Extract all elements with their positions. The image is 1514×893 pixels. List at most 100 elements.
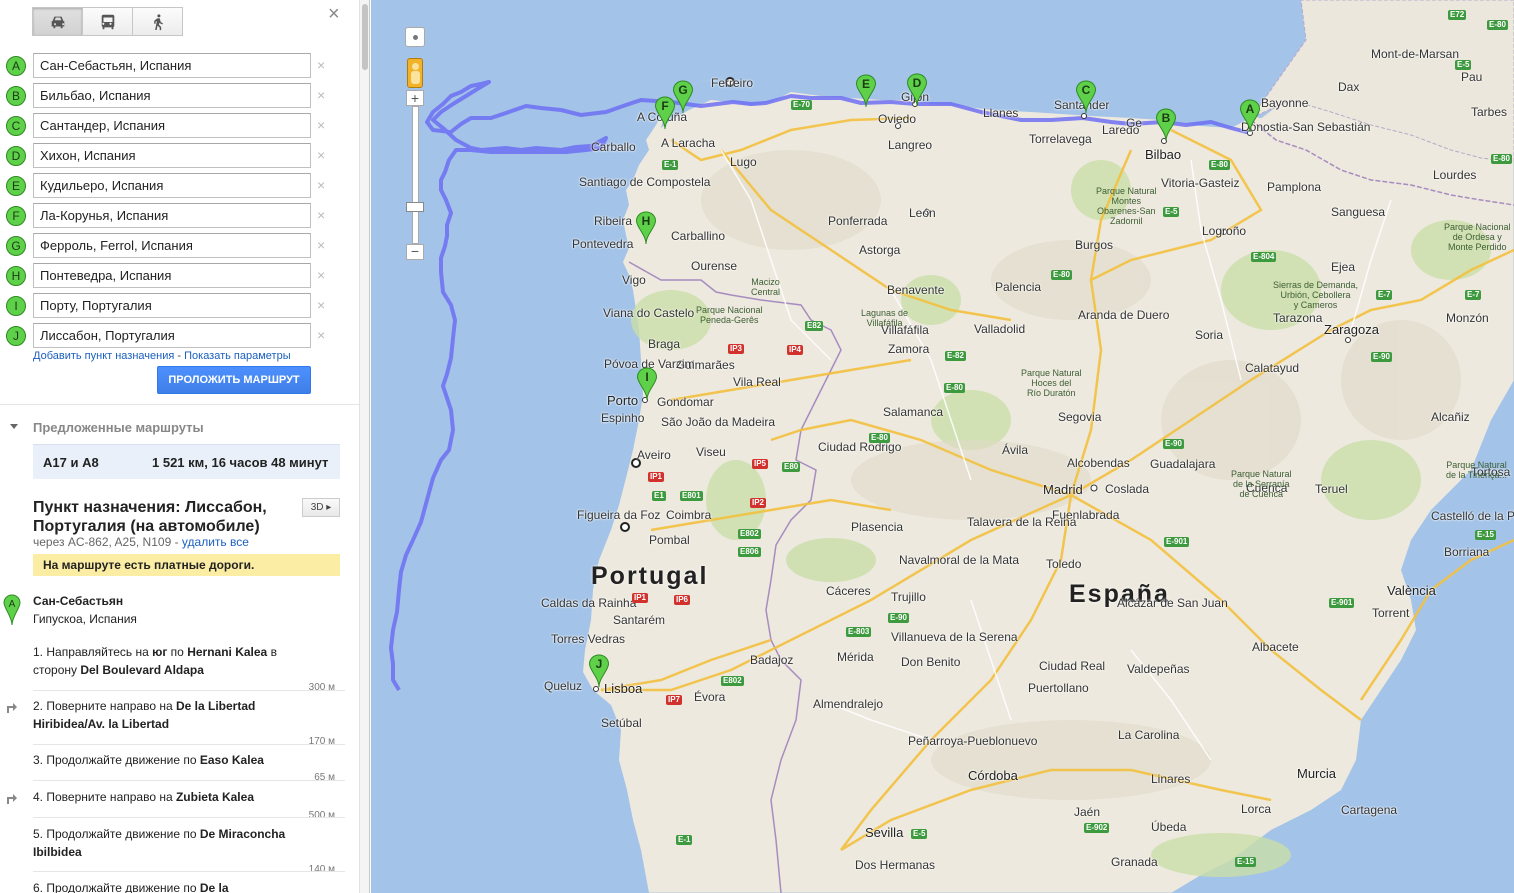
collapse-arrow-icon[interactable]	[10, 424, 18, 429]
direction-step[interactable]: 4. Поверните направо на Zubieta Kalea	[33, 788, 303, 806]
waypoint-marker-icon[interactable]: A	[6, 56, 26, 76]
add-destination-link[interactable]: Добавить пункт назначения	[33, 350, 174, 362]
city-label: Albacete	[1252, 640, 1299, 654]
waypoint-input[interactable]	[33, 173, 311, 198]
waypoint-input[interactable]	[33, 113, 311, 138]
route-pin-c[interactable]: C	[1075, 80, 1097, 114]
get-directions-button[interactable]: ПРОЛОЖИТЬ МАРШРУТ	[157, 366, 311, 394]
step-bold: Hernani Kalea	[187, 645, 268, 659]
remove-waypoint-icon[interactable]: ×	[317, 237, 325, 253]
waypoint-marker-icon[interactable]: H	[6, 266, 26, 286]
road-shield-label: E-5	[1455, 60, 1472, 70]
waypoint-marker-icon[interactable]: G	[6, 236, 26, 256]
step-text: Поверните направо на	[43, 790, 176, 804]
remove-waypoint-icon[interactable]: ×	[317, 177, 325, 193]
waypoint-input[interactable]	[33, 143, 311, 168]
city-label: Burgos	[1075, 238, 1114, 252]
zoom-out-button[interactable]: −	[406, 244, 424, 260]
city-label: Dax	[1338, 80, 1360, 94]
city-label: Granada	[1111, 855, 1158, 869]
scroll-thumb[interactable]	[362, 4, 368, 70]
road-shield-label: E-902	[1084, 823, 1110, 833]
walk-mode-button[interactable]	[132, 7, 183, 36]
road-shield-label: IP6	[674, 595, 691, 605]
waypoint-marker-icon[interactable]: J	[6, 326, 26, 346]
toll-notice: На маршруте есть платные дороги.	[33, 554, 340, 576]
waypoint-input[interactable]	[33, 293, 311, 318]
pan-control[interactable]	[405, 27, 425, 47]
road-shield-label: E-90	[1371, 352, 1392, 362]
city-label: Bayonne	[1261, 96, 1309, 110]
remove-waypoint-icon[interactable]: ×	[317, 87, 325, 103]
road-shield-label: E-90	[888, 613, 909, 623]
road-shield-label: E-15	[1475, 530, 1496, 540]
city-label: Torres Vedras	[551, 632, 626, 646]
waypoint-marker-icon[interactable]: F	[6, 206, 26, 226]
zoom-slider-track[interactable]	[412, 106, 419, 244]
link-separator: -	[174, 350, 185, 362]
zoom-in-button[interactable]: +	[406, 90, 424, 106]
start-marker-icon: A	[3, 594, 21, 629]
route-pin-i[interactable]: I	[636, 367, 658, 401]
step-text: Продолжайте движение по	[43, 881, 200, 893]
route-pin-h[interactable]: H	[635, 211, 657, 245]
waypoint-marker-icon[interactable]: B	[6, 86, 26, 106]
step-number: 4.	[33, 790, 44, 804]
city-label: Figueira da Foz	[577, 508, 661, 522]
route-pin-b[interactable]: B	[1155, 108, 1177, 142]
remove-waypoint-icon[interactable]: ×	[317, 147, 325, 163]
waypoint-marker-icon[interactable]: E	[6, 176, 26, 196]
waypoint-marker-icon[interactable]: I	[6, 296, 26, 316]
waypoint-marker-icon[interactable]: C	[6, 116, 26, 136]
road-shield-label: IP1	[648, 472, 665, 482]
map-canvas[interactable]: PortugalEspañaA CoruñaFerreiroCarballoA …	[371, 0, 1514, 893]
waypoint-input[interactable]	[33, 203, 311, 228]
city-label: Benavente	[887, 283, 945, 297]
route-pin-d[interactable]: D	[906, 73, 928, 107]
suggested-route-item[interactable]: A17 и A8 1 521 км, 16 часов 48 минут	[33, 444, 340, 479]
waypoint-input[interactable]	[33, 83, 311, 108]
city-label: Tarazona	[1273, 311, 1323, 325]
delete-all-link[interactable]: удалить все	[182, 535, 249, 549]
waypoint-input[interactable]	[33, 53, 311, 78]
pin-letter: I	[645, 370, 649, 384]
direction-step[interactable]: 6. Продолжайте движение по De la	[33, 879, 303, 893]
car-icon	[51, 16, 64, 28]
waypoint-input[interactable]	[33, 263, 311, 288]
route-pin-j[interactable]: J	[588, 654, 610, 688]
city-label: Aveiro	[637, 448, 671, 462]
road-shield-label: E82	[805, 321, 824, 331]
remove-waypoint-icon[interactable]: ×	[317, 207, 325, 223]
car-mode-button[interactable]	[32, 7, 83, 36]
remove-waypoint-icon[interactable]: ×	[317, 327, 325, 343]
waypoint-marker-icon[interactable]: D	[6, 146, 26, 166]
pin-letter: G	[678, 83, 688, 97]
step-text: Продолжайте движение по	[43, 827, 200, 841]
step-bold: Del Boulevard Aldapa	[80, 663, 204, 677]
transit-mode-button[interactable]	[82, 7, 133, 36]
city-label: Borriana	[1444, 545, 1490, 559]
zoom-slider-thumb[interactable]	[406, 202, 424, 212]
route-pin-e[interactable]: E	[855, 74, 877, 108]
city-label: Alcázar de San Juan	[1117, 596, 1228, 610]
direction-step[interactable]: 5. Продолжайте движение по De Miraconcha…	[33, 825, 303, 861]
panel-scrollbar[interactable]	[359, 0, 369, 893]
waypoint-input[interactable]	[33, 323, 311, 348]
remove-waypoint-icon[interactable]: ×	[317, 267, 325, 283]
direction-step[interactable]: 3. Продолжайте движение по Easo Kalea	[33, 751, 303, 769]
route-pin-g[interactable]: G	[672, 80, 694, 114]
pegman-icon[interactable]	[407, 58, 423, 88]
road-shield-label: IP2	[750, 498, 767, 508]
road-shield-label: E-80	[944, 383, 965, 393]
direction-step[interactable]: 2. Поверните направо на De la Libertad H…	[33, 697, 303, 733]
remove-waypoint-icon[interactable]: ×	[317, 297, 325, 313]
remove-waypoint-icon[interactable]: ×	[317, 117, 325, 133]
remove-waypoint-icon[interactable]: ×	[317, 57, 325, 73]
view-3d-button[interactable]: 3D ▸	[302, 498, 340, 517]
waypoint-input[interactable]	[33, 233, 311, 258]
route-pin-a[interactable]: A	[1239, 99, 1261, 133]
city-label: Llanes	[983, 106, 1019, 120]
direction-step[interactable]: 1. Направляйтесь на юг по Hernani Kalea …	[33, 643, 303, 679]
close-icon[interactable]: ×	[328, 3, 340, 26]
show-options-link[interactable]: Показать параметры	[184, 350, 291, 362]
